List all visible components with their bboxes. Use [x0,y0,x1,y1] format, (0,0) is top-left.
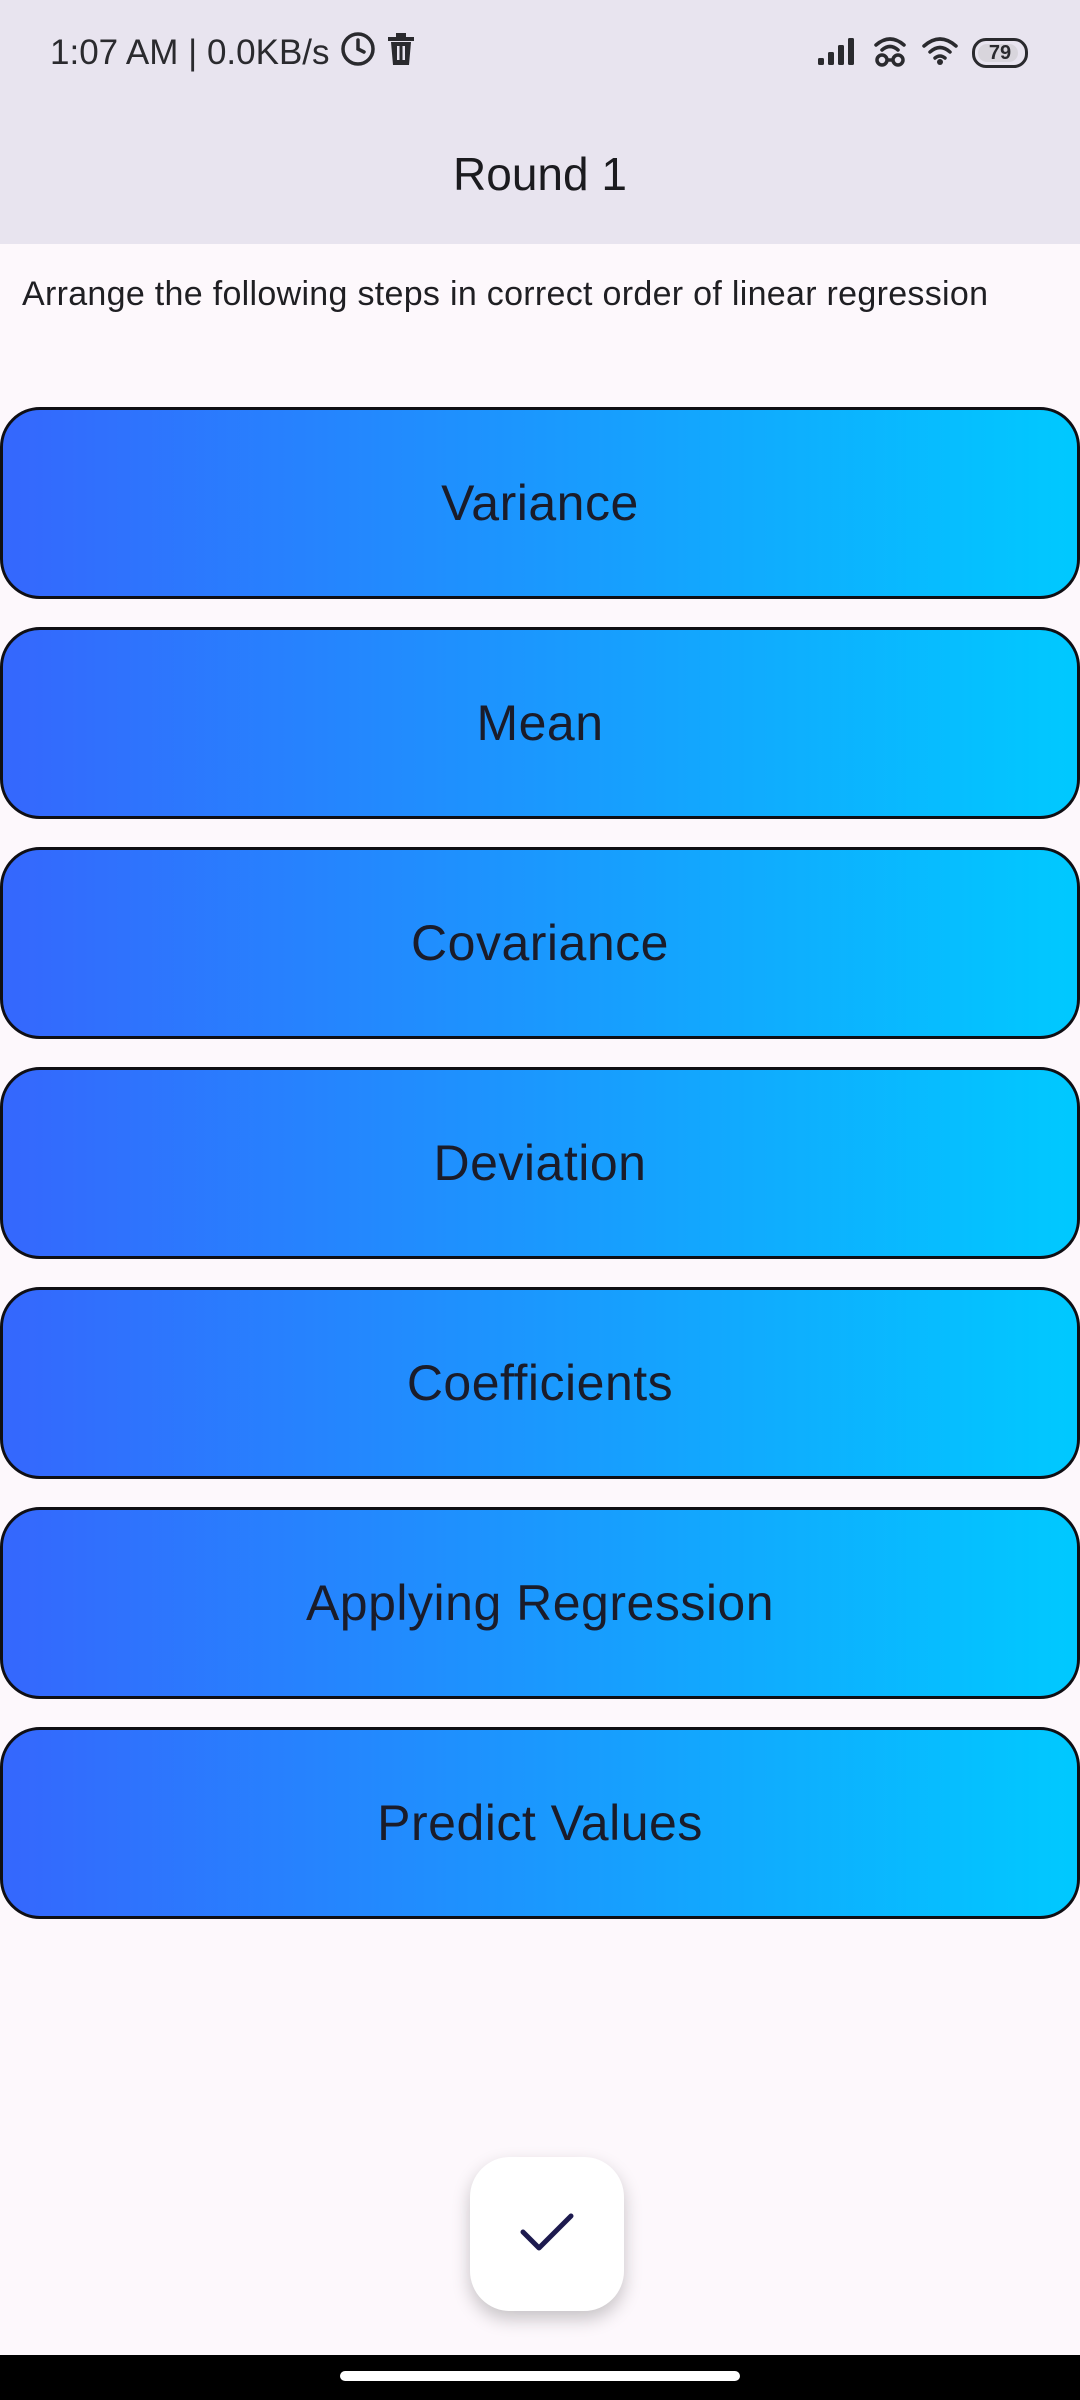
step-label: Covariance [411,915,669,971]
step-item[interactable]: Coefficients [0,1287,1080,1479]
wifi-icon [922,36,958,71]
trash-icon [386,31,416,76]
step-label: Deviation [433,1135,647,1191]
step-label: Mean [476,695,604,751]
step-item[interactable]: Predict Values [0,1727,1080,1919]
step-label: Variance [441,475,639,531]
battery-icon: 79 [972,38,1028,68]
question-text: Arrange the following steps in correct o… [22,275,989,313]
step-label: Applying Regression [305,1575,775,1631]
hotspot-icon [872,33,908,74]
signal-icon [816,36,858,71]
step-label: Coefficients [406,1355,674,1411]
battery-level: 79 [988,41,1012,64]
system-nav-bar [0,2355,1080,2400]
step-item[interactable]: Mean [0,627,1080,819]
step-label: Predict Values [377,1795,703,1851]
clock-icon [340,31,376,76]
step-item[interactable]: Variance [0,407,1080,599]
step-item[interactable]: Covariance [0,847,1080,1039]
home-indicator[interactable] [340,2371,740,2381]
check-icon [519,2210,575,2259]
status-right: 79 [816,30,1028,76]
status-left: 1:07 AM | 0.0KB/s [50,30,416,76]
app-bar: Round 1 [0,104,1080,244]
page-title: Round 1 [453,148,627,200]
status-bar: 1:07 AM | 0.0KB/s 79 [0,0,1080,104]
submit-button[interactable] [470,2157,624,2311]
step-item[interactable]: Deviation [0,1067,1080,1259]
status-time-speed: 1:07 AM | 0.0KB/s [50,33,330,72]
step-item[interactable]: Applying Regression [0,1507,1080,1699]
